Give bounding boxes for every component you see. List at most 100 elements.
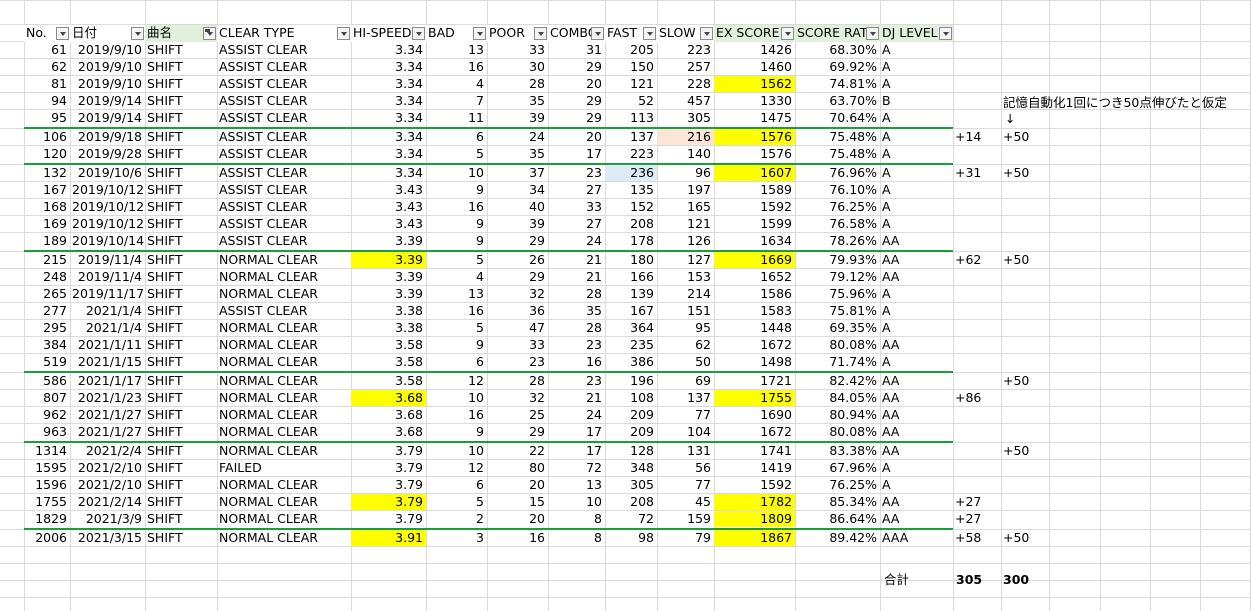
cell-hs[interactable]: 3.91 [351, 530, 426, 546]
cell-song[interactable]: SHIFT [145, 76, 217, 92]
cell-poor[interactable]: 29 [487, 233, 548, 249]
cell-clear[interactable]: NORMAL CLEAR [217, 511, 351, 527]
cell-bad[interactable]: 10 [426, 165, 487, 181]
cell-fast[interactable]: 223 [605, 146, 657, 162]
header-ex-score[interactable]: EX SCORE [714, 25, 795, 42]
cell-date[interactable]: 2019/10/6 [70, 165, 145, 181]
cell-hs[interactable]: 3.34 [351, 59, 426, 75]
cell-combo[interactable]: 24 [548, 407, 605, 423]
cell-poor[interactable]: 15 [487, 494, 548, 510]
cell-clear[interactable]: NORMAL CLEAR [217, 477, 351, 493]
cell-clear[interactable]: ASSIST CLEAR [217, 42, 351, 58]
cell-combo[interactable]: 27 [548, 216, 605, 232]
cell-combo[interactable]: 20 [548, 76, 605, 92]
cell-slow[interactable]: 69 [657, 373, 714, 389]
cell-dj[interactable]: AA [880, 407, 953, 423]
filter-dropdown-icon[interactable] [939, 27, 952, 40]
cell-hs[interactable]: 3.39 [351, 252, 426, 268]
cell-date[interactable]: 2021/2/10 [70, 477, 145, 493]
cell-slow[interactable]: 214 [657, 286, 714, 302]
cell-combo[interactable]: 23 [548, 165, 605, 181]
cell-ex[interactable]: 1426 [714, 42, 795, 58]
cell-song[interactable]: SHIFT [145, 337, 217, 353]
cell-no[interactable]: 807 [24, 390, 70, 406]
cell-dj[interactable]: A [880, 320, 953, 336]
cell-song[interactable]: SHIFT [145, 303, 217, 319]
cell-no[interactable]: 248 [24, 269, 70, 285]
cell-bad[interactable]: 7 [426, 93, 487, 109]
cell-no[interactable]: 1595 [24, 460, 70, 476]
cell-fast[interactable]: 135 [605, 182, 657, 198]
cell-rate[interactable]: 75.96% [795, 286, 880, 302]
cell-dj[interactable]: A [880, 460, 953, 476]
filter-dropdown-icon[interactable] [534, 27, 547, 40]
cell-dj[interactable]: AA [880, 373, 953, 389]
cell-bad[interactable]: 16 [426, 407, 487, 423]
cell-rate[interactable]: 70.64% [795, 110, 880, 126]
cell-rate[interactable]: 79.93% [795, 252, 880, 268]
cell-date[interactable]: 2021/1/4 [70, 320, 145, 336]
cell-clear[interactable]: ASSIST CLEAR [217, 182, 351, 198]
cell-dj[interactable]: A [880, 286, 953, 302]
cell-slow[interactable]: 165 [657, 199, 714, 215]
cell-poor[interactable]: 47 [487, 320, 548, 336]
cell-poor[interactable]: 37 [487, 165, 548, 181]
cell-date[interactable]: 2021/1/4 [70, 303, 145, 319]
cell-hs[interactable]: 3.68 [351, 407, 426, 423]
cell-rate[interactable]: 80.94% [795, 407, 880, 423]
cell-hs[interactable]: 3.34 [351, 146, 426, 162]
cell-clear[interactable]: NORMAL CLEAR [217, 443, 351, 459]
cell-song[interactable]: SHIFT [145, 460, 217, 476]
cell-clear[interactable]: ASSIST CLEAR [217, 165, 351, 181]
cell-bad[interactable]: 9 [426, 233, 487, 249]
cell-bad[interactable]: 5 [426, 146, 487, 162]
cell-slow[interactable]: 50 [657, 354, 714, 370]
cell-ex[interactable]: 1460 [714, 59, 795, 75]
cell-rate[interactable]: 79.12% [795, 269, 880, 285]
cell-song[interactable]: SHIFT [145, 390, 217, 406]
cell-slow[interactable]: 77 [657, 477, 714, 493]
cell-hs[interactable]: 3.79 [351, 511, 426, 527]
cell-song[interactable]: SHIFT [145, 407, 217, 423]
cell-dj[interactable]: A [880, 216, 953, 232]
cell-rate[interactable]: 84.05% [795, 390, 880, 406]
cell-clear[interactable]: ASSIST CLEAR [217, 110, 351, 126]
cell-fast[interactable]: 364 [605, 320, 657, 336]
header-clear-type[interactable]: CLEAR TYPE [217, 25, 351, 42]
cell-clear[interactable]: ASSIST CLEAR [217, 199, 351, 215]
cell-combo[interactable]: 31 [548, 42, 605, 58]
cell-rate[interactable]: 76.25% [795, 199, 880, 215]
cell-clear[interactable]: ASSIST CLEAR [217, 93, 351, 109]
cell-bad[interactable]: 11 [426, 110, 487, 126]
cell-dj[interactable]: AA [880, 337, 953, 353]
cell-fast[interactable]: 209 [605, 424, 657, 440]
cell-hs[interactable]: 3.39 [351, 269, 426, 285]
cell-poor[interactable]: 20 [487, 477, 548, 493]
cell-no[interactable]: 95 [24, 110, 70, 126]
cell-date[interactable]: 2019/9/28 [70, 146, 145, 162]
cell-clear[interactable]: FAILED [217, 460, 351, 476]
cell-fast[interactable]: 208 [605, 216, 657, 232]
cell-dj[interactable]: B [880, 93, 953, 109]
cell-dj[interactable]: A [880, 165, 953, 181]
cell-hs[interactable]: 3.58 [351, 337, 426, 353]
cell-dj[interactable]: AAA [880, 530, 953, 546]
cell-fast[interactable]: 166 [605, 269, 657, 285]
cell-bad[interactable]: 5 [426, 494, 487, 510]
cell-dj[interactable]: AA [880, 511, 953, 527]
cell-clear[interactable]: NORMAL CLEAR [217, 337, 351, 353]
cell-rate[interactable]: 67.96% [795, 460, 880, 476]
cell-combo[interactable]: 13 [548, 477, 605, 493]
cell-clear[interactable]: NORMAL CLEAR [217, 286, 351, 302]
cell-dj[interactable]: AA [880, 494, 953, 510]
cell-combo[interactable]: 27 [548, 182, 605, 198]
cell-combo[interactable]: 17 [548, 424, 605, 440]
header-score-rate[interactable]: SCORE RATE [795, 25, 880, 42]
cell-poor[interactable]: 26 [487, 252, 548, 268]
cell-poor[interactable]: 25 [487, 407, 548, 423]
cell-hs[interactable]: 3.58 [351, 354, 426, 370]
cell-date[interactable]: 2021/2/14 [70, 494, 145, 510]
cell-song[interactable]: SHIFT [145, 199, 217, 215]
cell-no[interactable]: 384 [24, 337, 70, 353]
cell-bad[interactable]: 10 [426, 443, 487, 459]
